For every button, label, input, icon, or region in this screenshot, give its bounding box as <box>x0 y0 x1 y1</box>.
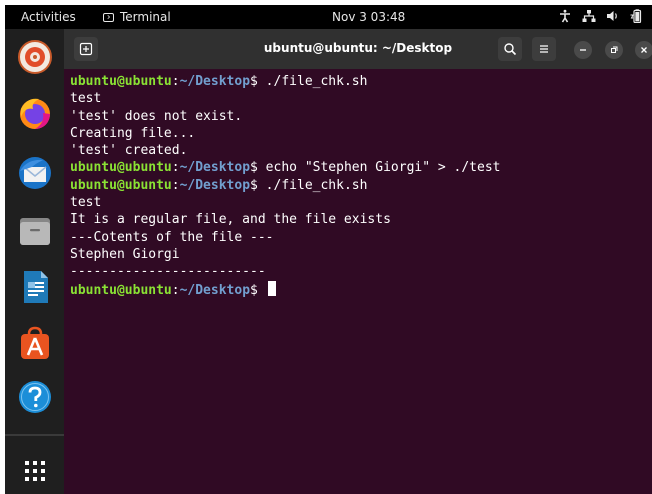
top-bar: Activities Terminal Nov 3 03:48 <box>5 5 652 29</box>
command-text: ./file_chk.sh <box>257 177 368 193</box>
prompt-symbol: $ <box>250 282 258 298</box>
prompt-user: ubuntu@ubuntu <box>70 282 172 298</box>
thunderbird-icon[interactable] <box>17 155 53 191</box>
dock-separator <box>5 434 64 436</box>
activities-button[interactable]: Activities <box>21 10 76 24</box>
terminal-window: ubuntu@ubuntu: ~/Desktop ubuntu@ubuntu:~… <box>64 29 652 494</box>
output-line: ------------------------- <box>70 264 266 280</box>
output-line: Creating file... <box>70 125 196 141</box>
prompt-symbol: $ <box>250 177 258 193</box>
prompt-line: ubuntu@ubuntu:~/Desktop$ ./file_chk.sh <box>70 73 648 90</box>
accessibility-icon[interactable] <box>558 9 572 23</box>
prompt-symbol: $ <box>250 160 258 176</box>
system-tray[interactable] <box>558 9 644 23</box>
command-text <box>258 283 266 298</box>
prompt-path: ~/Desktop <box>179 282 251 298</box>
prompt-line: ubuntu@ubuntu:~/Desktop$ ./file_chk.sh <box>70 177 648 194</box>
output-line: test <box>70 195 102 211</box>
menu-button[interactable] <box>532 37 556 61</box>
hamburger-icon <box>540 45 548 53</box>
output-line: test <box>70 91 102 107</box>
desktop: Activities Terminal Nov 3 03:48 ubuntu@u… <box>5 5 652 494</box>
app-menu-label: Terminal <box>120 10 171 24</box>
output-line: 'test' does not exist. <box>70 108 243 124</box>
battery-icon[interactable] <box>630 9 644 23</box>
prompt-line: ubuntu@ubuntu:~/Desktop$ echo "Stephen G… <box>70 159 648 176</box>
window-title: ubuntu@ubuntu: ~/Desktop <box>263 41 453 55</box>
close-icon <box>641 47 647 53</box>
prompt-path: ~/Desktop <box>179 177 251 193</box>
help-icon[interactable] <box>17 379 53 415</box>
volume-icon[interactable] <box>606 9 620 23</box>
text-cursor <box>267 280 276 296</box>
terminal-app-icon <box>103 12 114 22</box>
prompt-separator: : <box>171 282 180 298</box>
close-button[interactable] <box>635 41 652 59</box>
network-wired-icon[interactable] <box>582 9 596 23</box>
search-icon <box>504 43 517 56</box>
output-line: Stephen Giorgi <box>70 246 180 262</box>
prompt-user: ubuntu@ubuntu <box>70 177 172 193</box>
prompt-path: ~/Desktop <box>179 160 251 176</box>
writer-icon[interactable] <box>17 269 53 305</box>
restore-icon <box>611 46 618 53</box>
prompt-path: ~/Desktop <box>179 74 251 89</box>
prompt-separator: : <box>171 160 180 176</box>
app-menu[interactable]: Terminal <box>103 10 171 24</box>
title-bar[interactable]: ubuntu@ubuntu: ~/Desktop <box>64 29 652 69</box>
software-icon[interactable] <box>17 325 53 361</box>
terminal-output[interactable]: ubuntu@ubuntu:~/Desktop$ ./file_chk.sh te… <box>70 73 648 494</box>
prompt-symbol: $ <box>250 74 258 89</box>
maximize-button[interactable] <box>605 41 623 59</box>
output-line: It is a regular file, and the file exist… <box>70 212 391 228</box>
prompt-separator: : <box>171 177 180 193</box>
prompt-line: ubuntu@ubuntu:~/Desktop$ <box>70 280 648 298</box>
minimize-icon <box>580 49 586 51</box>
files-icon[interactable] <box>17 213 53 249</box>
rhythmbox-icon[interactable] <box>17 39 53 75</box>
output-line: ---Cotents of the file --- <box>70 229 274 245</box>
search-button[interactable] <box>498 37 522 61</box>
firefox-icon[interactable] <box>17 95 53 131</box>
prompt-user: ubuntu@ubuntu <box>70 74 172 89</box>
show-apps-icon[interactable] <box>17 453 53 489</box>
clock[interactable]: Nov 3 03:48 <box>332 10 405 24</box>
prompt-user: ubuntu@ubuntu <box>70 160 172 176</box>
command-text: ./file_chk.sh <box>257 74 368 89</box>
output-line: 'test' created. <box>70 143 188 159</box>
command-text: echo "Stephen Giorgi" > ./test <box>257 160 501 176</box>
dock <box>5 29 64 494</box>
prompt-separator: : <box>171 74 180 89</box>
minimize-button[interactable] <box>574 41 592 59</box>
